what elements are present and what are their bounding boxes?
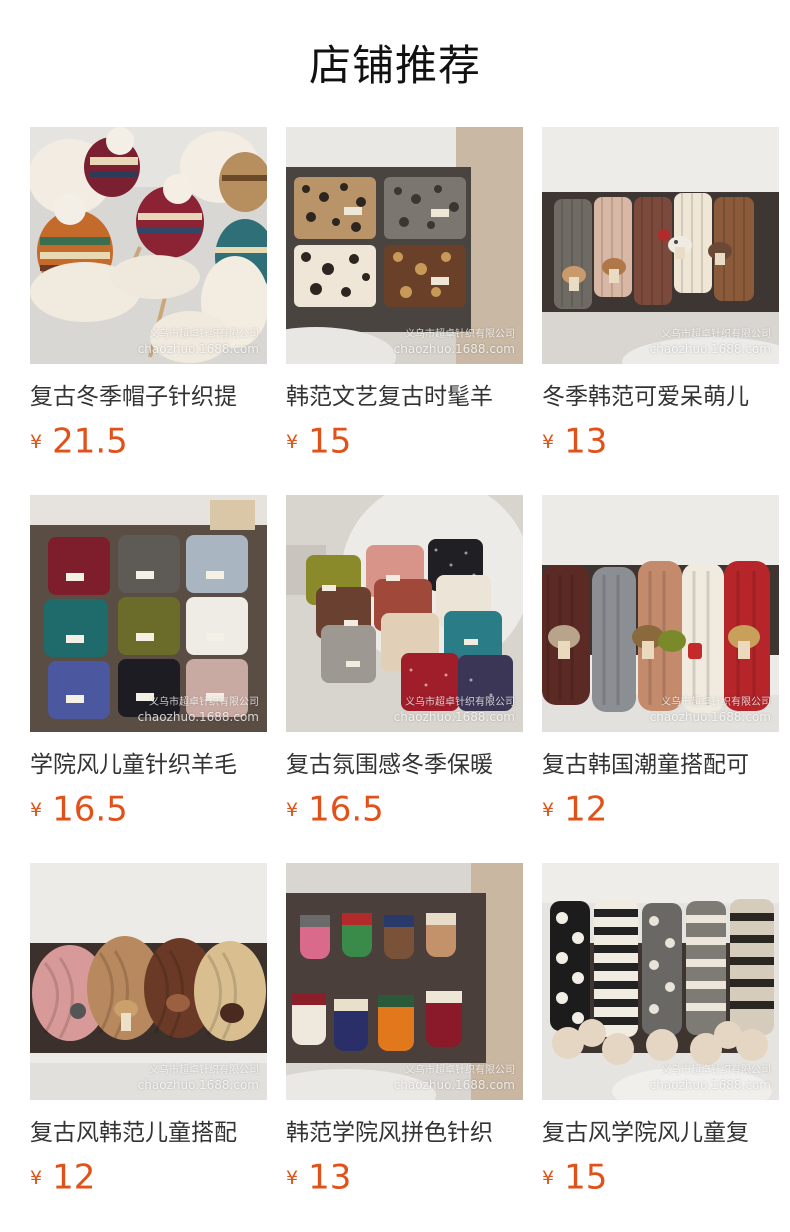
product-image[interactable]: 义乌市超卓针织有限公司 chaozhuo.1688.com bbox=[30, 495, 267, 732]
price-value: 12 bbox=[52, 1157, 96, 1198]
product-image[interactable]: 义乌市超卓针织有限公司 chaozhuo.1688.com bbox=[542, 495, 779, 732]
product-name[interactable]: 学院风儿童针织羊毛 bbox=[30, 750, 267, 780]
product-card[interactable]: 义乌市超卓针织有限公司 chaozhuo.1688.com 复古氛围感冬季保暖 … bbox=[286, 495, 523, 830]
watermark: 义乌市超卓针织有限公司 chaozhuo.1688.com bbox=[137, 1065, 259, 1092]
currency-symbol: ¥ bbox=[542, 798, 555, 821]
page-title: 店铺推荐 bbox=[308, 41, 481, 90]
product-name[interactable]: 韩范学院风拼色针织 bbox=[286, 1118, 523, 1148]
product-image[interactable]: 义乌市超卓针织有限公司 chaozhuo.1688.com bbox=[286, 495, 523, 732]
product-image[interactable]: 义乌市超卓针织有限公司 chaozhuo.1688.com bbox=[286, 127, 523, 364]
watermark: 义乌市超卓针织有限公司 chaozhuo.1688.com bbox=[393, 1065, 515, 1092]
product-card[interactable]: 义乌市超卓针织有限公司 chaozhuo.1688.com 冬季韩范可爱呆萌儿 … bbox=[542, 127, 779, 462]
watermark: 义乌市超卓针织有限公司 chaozhuo.1688.com bbox=[649, 329, 771, 356]
product-price: ¥13 bbox=[286, 1156, 523, 1198]
price-value: 16.5 bbox=[52, 789, 128, 830]
product-card[interactable]: 义乌市超卓针织有限公司 chaozhuo.1688.com 复古韩国潮童搭配可 … bbox=[542, 495, 779, 830]
product-card[interactable]: 义乌市超卓针织有限公司 chaozhuo.1688.com 韩范学院风拼色针织 … bbox=[286, 863, 523, 1198]
currency-symbol: ¥ bbox=[30, 798, 43, 821]
currency-symbol: ¥ bbox=[286, 1166, 299, 1189]
product-price: ¥15 bbox=[542, 1156, 779, 1198]
currency-symbol: ¥ bbox=[542, 1166, 555, 1189]
price-value: 15 bbox=[564, 1157, 608, 1198]
currency-symbol: ¥ bbox=[542, 430, 555, 453]
price-value: 21.5 bbox=[52, 421, 128, 462]
product-card[interactable]: 义乌市超卓针织有限公司 chaozhuo.1688.com 学院风儿童针织羊毛 … bbox=[30, 495, 267, 830]
product-price: ¥12 bbox=[542, 788, 779, 830]
price-value: 16.5 bbox=[308, 789, 384, 830]
product-name[interactable]: 冬季韩范可爱呆萌儿 bbox=[542, 382, 779, 412]
product-image[interactable]: 义乌市超卓针织有限公司 chaozhuo.1688.com bbox=[542, 127, 779, 364]
product-price: ¥16.5 bbox=[30, 788, 267, 830]
currency-symbol: ¥ bbox=[286, 430, 299, 453]
watermark: 义乌市超卓针织有限公司 chaozhuo.1688.com bbox=[649, 1065, 771, 1092]
watermark: 义乌市超卓针织有限公司 chaozhuo.1688.com bbox=[393, 697, 515, 724]
watermark: 义乌市超卓针织有限公司 chaozhuo.1688.com bbox=[649, 697, 771, 724]
currency-symbol: ¥ bbox=[286, 798, 299, 821]
shop-recommendation-page: 店铺推荐 义乌市超卓针织有限公司 chaozhuo.1688.com 复古冬季帽… bbox=[0, 0, 790, 1232]
price-value: 13 bbox=[308, 1157, 352, 1198]
product-card[interactable]: 义乌市超卓针织有限公司 chaozhuo.1688.com 韩范文艺复古时髦羊 … bbox=[286, 127, 523, 462]
price-value: 12 bbox=[564, 789, 608, 830]
product-card[interactable]: 义乌市超卓针织有限公司 chaozhuo.1688.com 复古风学院风儿童复 … bbox=[542, 863, 779, 1198]
product-name[interactable]: 韩范文艺复古时髦羊 bbox=[286, 382, 523, 412]
watermark: 义乌市超卓针织有限公司 chaozhuo.1688.com bbox=[137, 329, 259, 356]
product-image[interactable]: 义乌市超卓针织有限公司 chaozhuo.1688.com bbox=[286, 863, 523, 1100]
product-name[interactable]: 复古冬季帽子针织提 bbox=[30, 382, 267, 412]
product-card[interactable]: 义乌市超卓针织有限公司 chaozhuo.1688.com 复古风韩范儿童搭配 … bbox=[30, 863, 267, 1198]
product-price: ¥12 bbox=[30, 1156, 267, 1198]
product-name[interactable]: 复古风韩范儿童搭配 bbox=[30, 1118, 267, 1148]
currency-symbol: ¥ bbox=[30, 1166, 43, 1189]
product-price: ¥15 bbox=[286, 420, 523, 462]
product-card[interactable]: 义乌市超卓针织有限公司 chaozhuo.1688.com 复古冬季帽子针织提 … bbox=[30, 127, 267, 462]
product-name[interactable]: 复古韩国潮童搭配可 bbox=[542, 750, 779, 780]
product-image[interactable]: 义乌市超卓针织有限公司 chaozhuo.1688.com bbox=[30, 127, 267, 364]
watermark: 义乌市超卓针织有限公司 chaozhuo.1688.com bbox=[393, 329, 515, 356]
product-name[interactable]: 复古风学院风儿童复 bbox=[542, 1118, 779, 1148]
product-image[interactable]: 义乌市超卓针织有限公司 chaozhuo.1688.com bbox=[542, 863, 779, 1100]
currency-symbol: ¥ bbox=[30, 430, 43, 453]
watermark: 义乌市超卓针织有限公司 chaozhuo.1688.com bbox=[137, 697, 259, 724]
product-image[interactable]: 义乌市超卓针织有限公司 chaozhuo.1688.com bbox=[30, 863, 267, 1100]
product-price: ¥13 bbox=[542, 420, 779, 462]
price-value: 15 bbox=[308, 421, 352, 462]
product-name[interactable]: 复古氛围感冬季保暖 bbox=[286, 750, 523, 780]
product-price: ¥16.5 bbox=[286, 788, 523, 830]
price-value: 13 bbox=[564, 421, 608, 462]
product-price: ¥21.5 bbox=[30, 420, 267, 462]
